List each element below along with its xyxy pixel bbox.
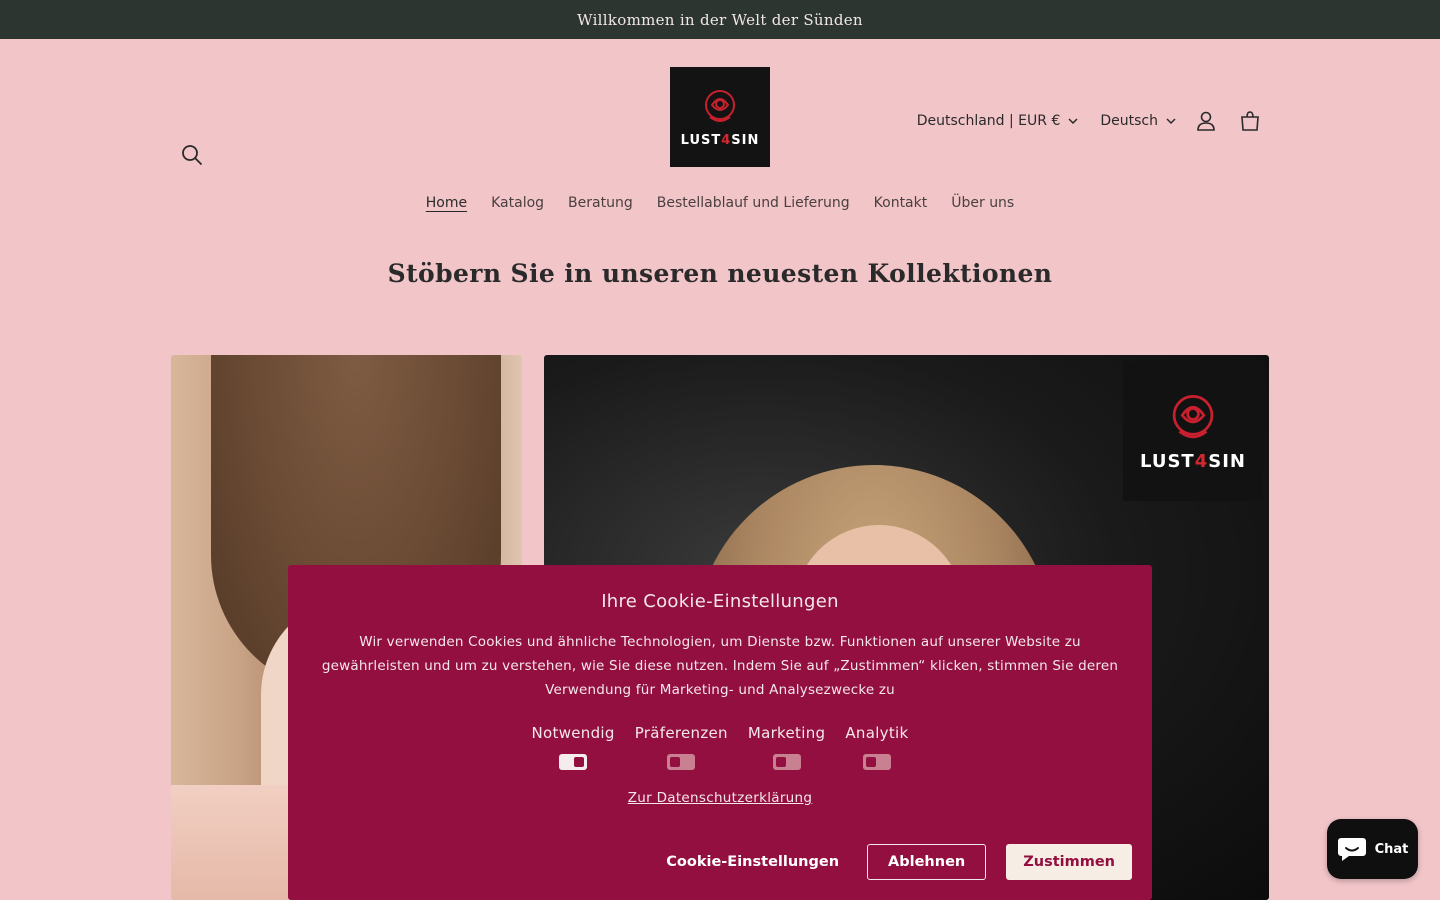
rose-logo-icon	[1172, 394, 1214, 438]
cookie-actions: Cookie-Einstellungen Ablehnen Zustimmen	[658, 844, 1132, 880]
account-icon	[1197, 111, 1215, 131]
cart-button[interactable]	[1228, 99, 1272, 143]
cookie-category-toggles: Notwendig Präferenzen Marketing Analytik	[288, 724, 1152, 770]
rose-logo-icon	[705, 89, 735, 122]
chat-bubble-icon	[1337, 838, 1366, 861]
nav-item-bestellablauf[interactable]: Bestellablauf und Lieferung	[645, 187, 862, 219]
nav-item-ueber-uns[interactable]: Über uns	[939, 187, 1026, 219]
cookie-banner: Ihre Cookie-Einstellungen Wir verwenden …	[288, 565, 1152, 900]
nav-item-beratung[interactable]: Beratung	[556, 187, 645, 219]
toggle-label: Analytik	[845, 724, 909, 742]
logo-watermark: LUST4SIN	[1123, 361, 1263, 501]
cookie-category-marketing: Marketing	[748, 724, 825, 770]
cookie-category-preferences: Präferenzen	[635, 724, 728, 770]
accept-button[interactable]: Zustimmen	[1006, 844, 1132, 880]
section-title: Stöbern Sie in unseren neuesten Kollekti…	[387, 259, 1053, 288]
logo-wordmark: LUST4SIN	[1140, 450, 1246, 472]
privacy-policy-link[interactable]: Zur Datenschutzerklärung	[288, 790, 1152, 806]
cookie-title: Ihre Cookie-Einstellungen	[601, 591, 839, 612]
toggle-necessary[interactable]	[559, 754, 588, 770]
toggle-marketing[interactable]	[772, 754, 801, 770]
toggle-label: Notwendig	[531, 724, 615, 742]
language-selector-label: Deutsch	[1100, 113, 1158, 129]
chevron-down-icon	[1166, 117, 1176, 124]
announcement-bar: Willkommen in der Welt der Sünden	[0, 0, 1440, 39]
chevron-down-icon	[1068, 117, 1078, 124]
search-button[interactable]	[172, 135, 212, 175]
cookie-category-analytics: Analytik	[845, 724, 908, 770]
site-logo[interactable]: LUST4SIN	[670, 67, 770, 167]
chat-widget-button[interactable]: Chat	[1327, 819, 1418, 879]
toggle-analytics[interactable]	[862, 754, 891, 770]
language-selector[interactable]: Deutsch	[1092, 113, 1184, 129]
toggle-label: Marketing	[747, 724, 826, 742]
cookie-description: Wir verwenden Cookies und ähnliche Techn…	[321, 634, 1119, 698]
nav-item-kontakt[interactable]: Kontakt	[862, 187, 940, 219]
chat-label: Chat	[1374, 841, 1409, 857]
site-header: LUST4SIN Deutschland | EUR € Deutsch	[0, 39, 1440, 189]
search-icon	[182, 145, 202, 165]
main-nav: Home Katalog Beratung Bestellablauf und …	[0, 187, 1440, 219]
cookie-settings-button[interactable]: Cookie-Einstellungen	[658, 854, 847, 870]
header-utilities: Deutschland | EUR € Deutsch	[909, 99, 1272, 143]
toggle-preferences[interactable]	[667, 754, 696, 770]
announcement-text: Willkommen in der Welt der Sünden	[577, 10, 863, 29]
account-button[interactable]	[1184, 99, 1228, 143]
decline-button[interactable]: Ablehnen	[867, 844, 987, 880]
toggle-label: Präferenzen	[634, 724, 728, 742]
logo-wordmark: LUST4SIN	[680, 132, 760, 148]
nav-item-katalog[interactable]: Katalog	[479, 187, 556, 219]
cart-icon	[1241, 111, 1259, 131]
country-selector[interactable]: Deutschland | EUR €	[909, 113, 1087, 129]
country-selector-label: Deutschland | EUR €	[916, 113, 1061, 129]
nav-item-home[interactable]: Home	[414, 187, 479, 219]
cookie-category-necessary: Notwendig	[532, 724, 615, 770]
